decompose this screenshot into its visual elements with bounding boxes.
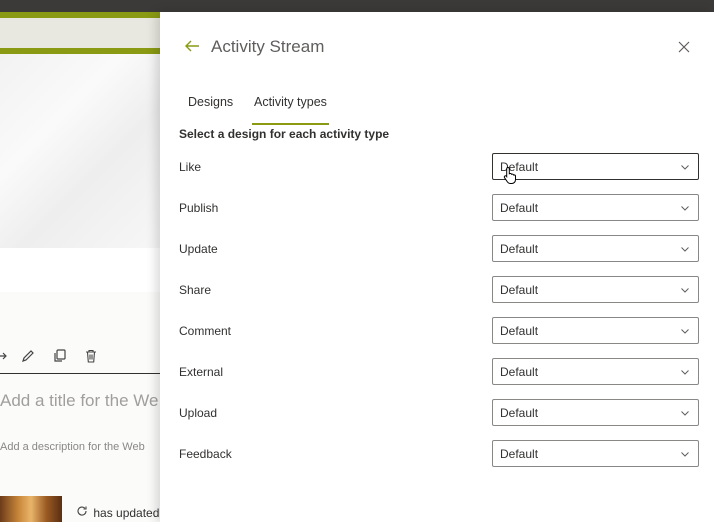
- hero-caption-area: [0, 248, 160, 292]
- top-bar: [0, 0, 714, 12]
- share-design-dropdown[interactable]: Default: [492, 276, 699, 303]
- comment-design-dropdown[interactable]: Default: [492, 317, 699, 344]
- hand-cursor-icon: [503, 166, 516, 184]
- activity-type-label: Like: [179, 160, 202, 174]
- duplicate-icon[interactable]: [50, 348, 70, 368]
- dropdown-value: Default: [500, 242, 539, 256]
- chevron-down-icon: [681, 411, 689, 416]
- webpart-toolbar: [0, 344, 160, 374]
- delete-icon[interactable]: [81, 348, 101, 368]
- hero-image: [0, 54, 160, 250]
- panel-title: Activity Stream: [211, 37, 325, 56]
- dropdown-value: Default: [500, 365, 539, 379]
- chevron-down-icon: [681, 288, 689, 293]
- webpart-title-placeholder[interactable]: Add a title for the We: [0, 391, 158, 411]
- activity-type-label: External: [179, 365, 224, 379]
- dropdown-value: Default: [500, 447, 539, 461]
- chevron-down-icon: [681, 370, 689, 375]
- update-design-dropdown[interactable]: Default: [492, 235, 699, 262]
- background-page: Add a title for the We Add a description…: [0, 12, 160, 522]
- tab-designs[interactable]: Designs: [188, 95, 233, 125]
- section-heading: Select a design for each activity type: [179, 127, 390, 141]
- feedback-design-dropdown[interactable]: Default: [492, 440, 699, 467]
- activity-type-label: Comment: [179, 324, 232, 338]
- move-icon[interactable]: [0, 348, 12, 368]
- close-icon[interactable]: [676, 39, 692, 55]
- external-design-dropdown[interactable]: Default: [492, 358, 699, 385]
- dropdown-value: Default: [500, 324, 539, 338]
- edit-icon[interactable]: [18, 348, 38, 368]
- activity-update-item: has updated: [76, 505, 159, 520]
- activity-stream-panel: Activity Stream Designs Activity types S…: [160, 12, 714, 522]
- activity-type-label: Share: [179, 283, 212, 297]
- refresh-icon: [76, 505, 90, 520]
- dropdown-value: Default: [500, 201, 539, 215]
- activity-thumbnail: [0, 496, 62, 522]
- back-arrow-icon[interactable]: [182, 36, 202, 56]
- chevron-down-icon: [681, 206, 689, 211]
- chevron-down-icon: [681, 452, 689, 457]
- chevron-down-icon: [681, 329, 689, 334]
- dropdown-value: Default: [500, 283, 539, 297]
- chevron-down-icon: [681, 247, 689, 252]
- activity-type-label: Update: [179, 242, 218, 256]
- activity-update-text: has updated: [93, 506, 160, 520]
- activity-type-label: Upload: [179, 406, 218, 420]
- activity-type-label: Feedback: [179, 447, 232, 461]
- dropdown-value: Default: [500, 406, 539, 420]
- header-strip: [0, 18, 160, 48]
- like-design-dropdown[interactable]: Default: [492, 153, 699, 180]
- tab-activity-types[interactable]: Activity types: [252, 95, 329, 125]
- chevron-down-icon: [681, 165, 689, 170]
- webpart-description-placeholder[interactable]: Add a description for the Web: [0, 441, 145, 453]
- activity-type-label: Publish: [179, 201, 219, 215]
- upload-design-dropdown[interactable]: Default: [492, 399, 699, 426]
- publish-design-dropdown[interactable]: Default: [492, 194, 699, 221]
